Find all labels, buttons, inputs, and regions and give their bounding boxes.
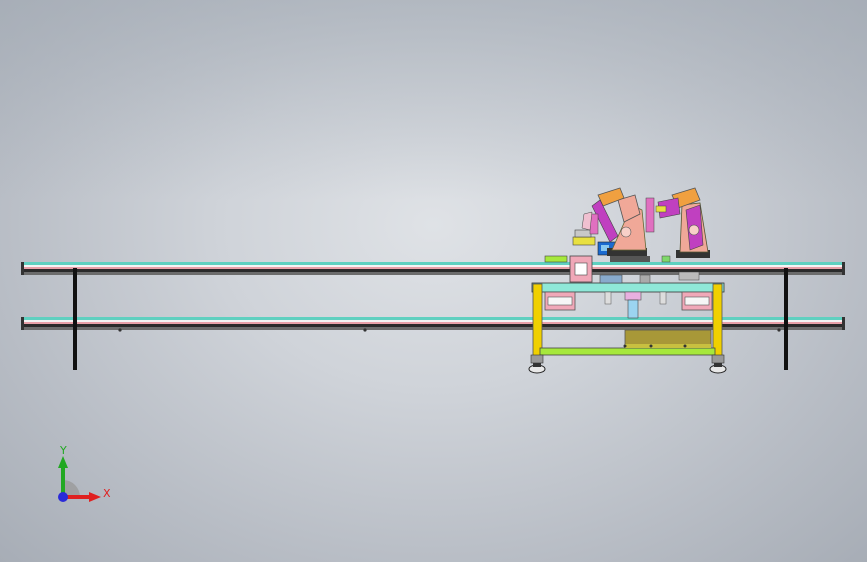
left-robot-arm (581, 187, 647, 256)
upper-conveyor-rail (21, 262, 845, 275)
cad-viewport[interactable]: Y X (0, 0, 867, 562)
right-robot-arm (645, 187, 710, 258)
x-axis-arrowhead (89, 492, 101, 502)
left-rail-support (73, 268, 77, 370)
assembly-drawing: Y X (21, 187, 845, 502)
coordinate-triad: Y X (58, 444, 111, 502)
z-axis-origin (58, 492, 68, 502)
y-axis-label: Y (59, 444, 67, 457)
x-axis-label: X (103, 487, 111, 500)
right-rail-support (784, 268, 788, 370)
y-axis-arrowhead (58, 456, 68, 468)
